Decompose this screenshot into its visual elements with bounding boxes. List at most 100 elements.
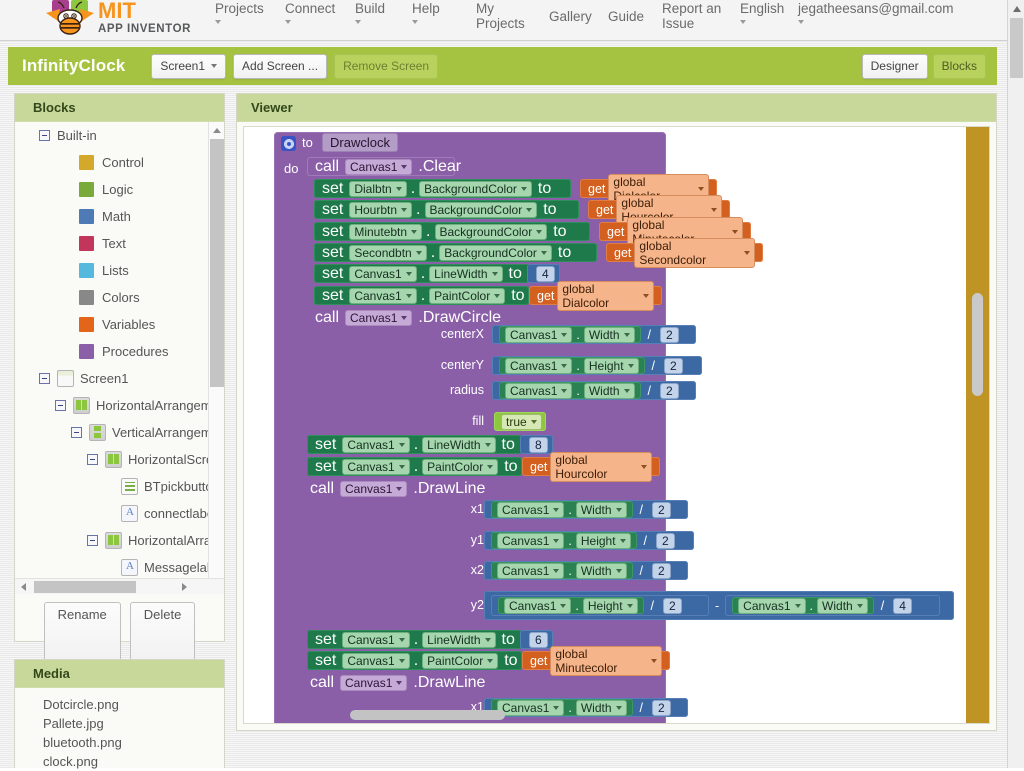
nav-item-report-an-issue[interactable]: Report an Issue — [662, 0, 740, 31]
property-dropdown[interactable]: Width — [584, 327, 635, 343]
sidebar-item-lists[interactable]: Lists — [15, 257, 224, 284]
nav-item-guide[interactable]: Guide — [608, 0, 662, 24]
screen-select-dropdown[interactable]: Screen1 — [151, 54, 226, 79]
nav-item-account[interactable]: jegatheesans@gmail.com — [798, 0, 963, 24]
block-division-radius[interactable]: Canvas1 . Width / 2 — [492, 381, 696, 400]
block-number-6[interactable]: 6 — [520, 630, 553, 649]
component-dropdown[interactable]: Canvas1 — [349, 266, 416, 282]
collapse-toggle-icon[interactable] — [87, 454, 98, 465]
variable-dropdown[interactable]: global Secondcolor — [634, 238, 755, 268]
block-division-x1[interactable]: Canvas1 . Width / 2 — [484, 500, 688, 519]
collapse-toggle-icon[interactable] — [87, 535, 98, 546]
property-dropdown[interactable]: Width — [584, 383, 635, 399]
nav-item-connect[interactable]: Connect — [285, 0, 355, 24]
nav-item-english[interactable]: English — [740, 0, 798, 24]
number-field[interactable]: 2 — [656, 533, 675, 549]
component-dropdown[interactable]: Canvas1 — [504, 598, 571, 614]
property-dropdown[interactable]: Width — [576, 700, 627, 716]
block-set-hourbtn-backgroundcolor[interactable]: set Hourbtn . BackgroundColor to — [314, 200, 579, 219]
block-number-4[interactable]: 4 — [527, 264, 560, 283]
component-dropdown[interactable]: Canvas1 — [505, 327, 572, 343]
collapse-toggle-icon[interactable] — [39, 130, 50, 141]
block-boolean-true[interactable]: true — [494, 412, 546, 431]
component-dropdown[interactable]: Canvas1 — [342, 459, 409, 475]
component-dropdown[interactable]: Canvas1 — [738, 598, 805, 614]
block-set-dialbtn-backgroundcolor[interactable]: set Dialbtn . BackgroundColor to — [314, 179, 571, 198]
property-dropdown[interactable]: Width — [576, 563, 627, 579]
property-dropdown[interactable]: BackgroundColor — [425, 202, 538, 218]
component-dropdown[interactable]: Canvas1 — [342, 632, 409, 648]
block-call-canvas1-clear[interactable]: call Canvas1 .Clear — [307, 157, 455, 176]
nav-item-my-projects[interactable]: My Projects — [476, 0, 549, 31]
sidebar-item-procedures[interactable]: Procedures — [15, 338, 224, 365]
property-dropdown[interactable]: Width — [576, 502, 627, 518]
block-call-canvas1-drawline-2[interactable]: call Canvas1 .DrawLine — [307, 673, 497, 692]
component-dropdown[interactable]: Canvas1 — [497, 502, 564, 518]
block-division-y2-left[interactable]: Canvas1 . Height / 2 — [491, 595, 709, 616]
blocks-workspace[interactable]: to Drawclock do call Canvas1 .Clear set … — [243, 126, 990, 724]
block-number-8[interactable]: 8 — [520, 435, 553, 454]
block-canvas1-width-3[interactable]: Canvas1 . Width — [491, 501, 633, 518]
scroll-up-icon[interactable] — [1008, 0, 1024, 17]
number-field[interactable]: 2 — [663, 598, 682, 614]
variable-dropdown[interactable]: global Dialcolor — [557, 281, 654, 311]
block-division-y2-right[interactable]: Canvas1 . Width / 4 — [725, 595, 940, 616]
component-dropdown[interactable]: Minutebtn — [349, 224, 422, 240]
block-division-y1[interactable]: Canvas1 . Height / 2 — [484, 531, 694, 550]
block-division-centery[interactable]: Canvas1 . Height / 2 — [492, 356, 702, 375]
mit-app-inventor-logo[interactable]: MIT APP INVENTOR — [0, 0, 215, 41]
tree-horizontal-scrollbar[interactable] — [15, 578, 224, 594]
block-subtraction-y2[interactable]: Canvas1 . Height / 2 - Canvas1 . Width /… — [484, 591, 954, 620]
block-division-x1-2[interactable]: Canvas1 . Width / 2 — [484, 698, 688, 717]
sidebar-item-logic[interactable]: Logic — [15, 176, 224, 203]
block-canvas1-width-2[interactable]: Canvas1 . Width — [499, 382, 641, 399]
property-dropdown[interactable]: PaintColor — [429, 288, 505, 304]
workspace-vertical-scrollbar-thumb[interactable] — [972, 293, 983, 396]
mutator-gear-icon[interactable] — [281, 136, 296, 151]
block-get-global-hourcolor-2[interactable]: get global Hourcolor — [522, 457, 660, 476]
component-dropdown[interactable]: Secondbtn — [349, 245, 426, 261]
tree-vertical-scrollbar[interactable] — [208, 122, 224, 594]
nav-item-gallery[interactable]: Gallery — [549, 0, 608, 24]
nav-item-projects[interactable]: Projects — [215, 0, 285, 24]
scroll-right-icon[interactable] — [176, 579, 192, 595]
tree-item-screen1[interactable]: Screen1 — [15, 365, 224, 392]
nav-item-build[interactable]: Build — [355, 0, 412, 24]
sidebar-item-math[interactable]: Math — [15, 203, 224, 230]
property-dropdown[interactable]: Height — [583, 598, 638, 614]
page-scrollbar-thumb[interactable] — [1010, 18, 1023, 78]
block-canvas1-width-5[interactable]: Canvas1 . Width — [732, 597, 874, 614]
property-dropdown[interactable]: Height — [576, 533, 631, 549]
collapse-toggle-icon[interactable] — [71, 427, 82, 438]
component-dropdown[interactable]: Canvas1 — [497, 700, 564, 716]
sidebar-item-variables[interactable]: Variables — [15, 311, 224, 338]
procedure-name-field[interactable]: Drawclock — [322, 133, 398, 152]
number-field[interactable]: 6 — [529, 632, 548, 648]
block-set-canvas1-linewidth-8[interactable]: set Canvas1 . LineWidth to — [307, 435, 522, 454]
block-set-canvas1-paintcolor-dialcolor[interactable]: set Canvas1 . PaintColor to — [314, 286, 529, 305]
block-set-canvas1-paintcolor-hourcolor[interactable]: set Canvas1 . PaintColor to — [307, 457, 522, 476]
tree-item-verticalarrangement[interactable]: VerticalArrangemen — [15, 419, 224, 446]
block-set-canvas1-paintcolor-minutecolor[interactable]: set Canvas1 . PaintColor to — [307, 651, 522, 670]
component-dropdown[interactable]: Hourbtn — [349, 202, 412, 218]
property-dropdown[interactable]: Width — [817, 598, 868, 614]
block-division-centerx[interactable]: Canvas1 . Width / 2 — [492, 325, 696, 344]
add-screen-button[interactable]: Add Screen ... — [233, 54, 327, 79]
component-dropdown[interactable]: Canvas1 — [340, 675, 407, 691]
component-dropdown[interactable]: Canvas1 — [505, 358, 572, 374]
workspace-horizontal-scrollbar-thumb[interactable] — [350, 710, 505, 720]
block-canvas1-height[interactable]: Canvas1 . Height — [499, 357, 645, 374]
number-field[interactable]: 8 — [529, 437, 548, 453]
component-dropdown[interactable]: Canvas1 — [342, 653, 409, 669]
sidebar-item-colors[interactable]: Colors — [15, 284, 224, 311]
component-dropdown[interactable]: Canvas1 — [345, 159, 412, 175]
property-dropdown[interactable]: BackgroundColor — [435, 224, 548, 240]
tree-item-messagelabel[interactable]: Messagelabe — [15, 554, 224, 581]
component-dropdown[interactable]: Dialbtn — [349, 181, 406, 197]
property-dropdown[interactable]: LineWidth — [422, 632, 495, 648]
number-field[interactable]: 2 — [652, 563, 671, 579]
property-dropdown[interactable]: PaintColor — [422, 653, 498, 669]
remove-screen-button[interactable]: Remove Screen — [334, 54, 438, 79]
property-dropdown[interactable]: PaintColor — [422, 459, 498, 475]
block-canvas1-width[interactable]: Canvas1 . Width — [499, 326, 641, 343]
